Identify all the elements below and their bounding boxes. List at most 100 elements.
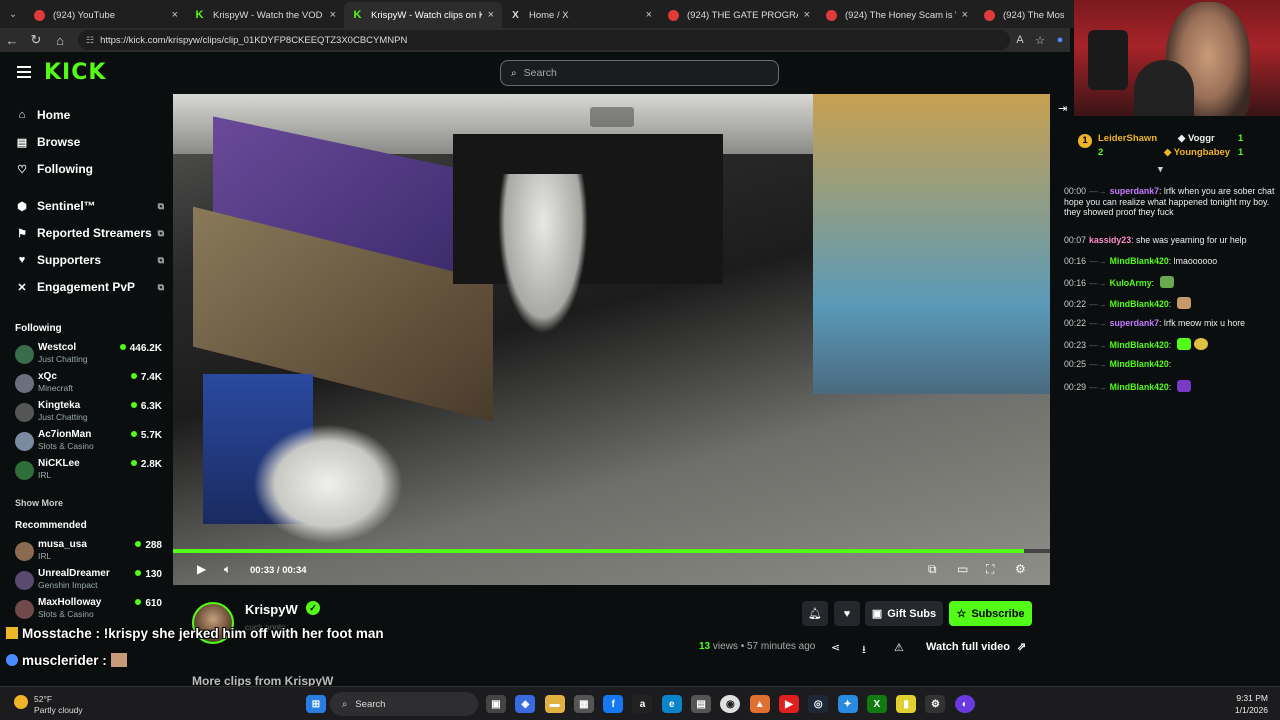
pip-icon[interactable]: ⧉ — [928, 562, 937, 577]
fullscreen-icon[interactable]: ⛶ — [986, 562, 994, 577]
share-icon[interactable]: ⋖ — [831, 641, 840, 654]
report-icon[interactable]: ⚠ — [894, 641, 904, 654]
settings-icon[interactable]: ⚙ — [925, 695, 946, 713]
tab-x-home[interactable]: X Home / X × — [502, 2, 660, 28]
tab-youtube-1[interactable]: (924) YouTube × — [26, 2, 186, 28]
following-channel[interactable]: xQc Minecraft 7.4K — [15, 371, 162, 399]
swords-icon: ✕ — [17, 281, 27, 294]
youtube-icon[interactable]: ▶ — [778, 695, 799, 713]
youtube-icon — [668, 9, 679, 21]
store-icon[interactable]: ▦ — [573, 695, 594, 713]
recommended-channel[interactable]: UnrealDreamer Genshin Impact 130 — [15, 568, 162, 596]
avatar — [15, 542, 34, 561]
xbox-icon[interactable]: X — [866, 695, 887, 713]
recommended-channel[interactable]: MaxHolloway Slots & Casino 610 — [15, 597, 162, 625]
collapse-chat-icon[interactable]: ⇥ — [1058, 102, 1067, 115]
home-icon: ⌂ — [18, 109, 26, 121]
nav-supporters[interactable]: ♥ Supporters ⧉ — [16, 253, 164, 267]
gifter-rank-badge: 1 — [1078, 134, 1092, 148]
close-icon[interactable]: × — [330, 9, 336, 21]
favorite-star-icon[interactable]: ☆ — [1030, 34, 1050, 47]
close-icon[interactable]: × — [488, 9, 494, 21]
url-field[interactable]: ☷ https://kick.com/krispyw/clips/clip_01… — [78, 30, 1010, 50]
video-person-standing — [498, 174, 588, 334]
popout-icon[interactable]: ⧉ — [158, 201, 164, 212]
pepe-emote-icon — [1159, 276, 1174, 288]
tab-list-chevron-icon[interactable]: ⌄ — [0, 0, 26, 28]
popout-icon[interactable]: ⧉ — [158, 282, 164, 293]
clip-views: 13 views • 57 minutes ago — [699, 641, 816, 652]
back-icon[interactable]: ← — [0, 33, 24, 48]
gifter-name[interactable]: ◆ Voggr — [1178, 133, 1215, 144]
subscribe-button[interactable]: ☆ Subscribe — [949, 601, 1032, 626]
following-channel[interactable]: Ac7ionMan Slots & Casino 5.7K — [15, 429, 162, 457]
menu-icon[interactable] — [17, 66, 31, 78]
amazon-icon[interactable]: a — [632, 695, 653, 713]
popout-icon[interactable]: ⧉ — [158, 255, 164, 266]
tab-youtube-3[interactable]: (924) The Honey Scam is Worse T × — [818, 2, 976, 28]
refresh-icon[interactable]: ↻ — [24, 32, 48, 48]
show-more-link[interactable]: Show More — [15, 498, 63, 508]
badge-icon — [6, 654, 18, 666]
top-gifter-name[interactable]: LeiderShawn — [1098, 133, 1157, 144]
tab-youtube-2[interactable]: (924) THE GATE PROGRAM: Were × — [660, 2, 818, 28]
app-icon[interactable]: ✦ — [837, 695, 858, 713]
nav-following[interactable]: ♡ Following — [16, 162, 93, 176]
nav-browse[interactable]: ▤ Browse — [16, 135, 81, 149]
notification-bell-button[interactable]: 🔔︎ — [802, 601, 828, 626]
facebook-icon[interactable]: f — [603, 695, 624, 713]
calculator-icon[interactable]: ▤ — [691, 695, 712, 713]
tab-kick-vod[interactable]: K KrispyW - Watch the VOD on Kick × — [186, 2, 344, 28]
close-icon[interactable]: × — [962, 9, 968, 21]
download-icon[interactable]: ⭳ — [862, 641, 866, 660]
url-text: https://kick.com/krispyw/clips/clip_01KD… — [100, 34, 408, 46]
following-heading: Following — [15, 323, 62, 334]
site-info-icon[interactable]: ☷ — [86, 35, 94, 46]
obs-icon[interactable]: ◐ — [954, 695, 975, 713]
video-progress-bar[interactable] — [173, 549, 1050, 553]
nav-engagement-pvp[interactable]: ✕ Engagement PvP ⧉ — [16, 280, 164, 294]
expand-gifters-icon[interactable]: ▾ — [1158, 164, 1163, 175]
tab-kick-clips[interactable]: K KrispyW - Watch clips on Kick × — [344, 2, 502, 28]
close-icon[interactable]: × — [172, 9, 178, 21]
extension-icon[interactable]: ● — [1050, 34, 1070, 46]
volume-icon[interactable]: 🔈︎ — [224, 562, 231, 577]
nav-home[interactable]: ⌂ Home — [16, 108, 71, 122]
close-icon[interactable]: × — [804, 9, 810, 21]
file-explorer-icon[interactable]: ▬ — [544, 695, 565, 713]
home-icon[interactable]: ⌂ — [48, 33, 72, 48]
popout-icon[interactable]: ⧉ — [158, 228, 164, 239]
watch-full-video-link[interactable]: Watch full video ⇗ — [926, 640, 1026, 653]
bell-icon: 🔔︎ — [808, 608, 822, 620]
steam-icon[interactable]: ◎ — [808, 695, 829, 713]
settings-icon[interactable]: ⚙ — [1015, 562, 1026, 576]
app-icon[interactable]: ▲ — [749, 695, 770, 713]
read-aloud-icon[interactable]: A — [1010, 34, 1030, 46]
gifter-name[interactable]: ◆ Youngbabey — [1164, 147, 1230, 158]
streamer-name[interactable]: KrispyW — [245, 602, 298, 617]
task-view-icon[interactable]: ▣ — [486, 695, 506, 713]
notes-icon[interactable]: ▮ — [896, 695, 917, 713]
gift-subs-button[interactable]: ▣ Gift Subs — [865, 601, 943, 626]
tab-youtube-4[interactable]: (924) The Most Illega — [976, 2, 1072, 28]
nav-sentinel[interactable]: ⬢ Sentinel™ ⧉ — [16, 199, 164, 213]
following-channel[interactable]: NiCKLee IRL 2.8K — [15, 458, 162, 486]
chrome-icon[interactable]: ◉ — [720, 695, 741, 713]
following-channel[interactable]: Kingteka Just Chatting 6.3K — [15, 400, 162, 428]
follow-button[interactable]: ♥ — [834, 601, 860, 626]
video-person-crouching — [253, 424, 403, 544]
theater-mode-icon[interactable]: ▭ — [957, 562, 968, 576]
clock[interactable]: 9:31 PM 1/1/2026 — [1218, 693, 1268, 715]
play-icon[interactable]: ▶ — [197, 562, 206, 576]
close-icon[interactable]: × — [646, 9, 652, 21]
video-player[interactable]: ▶ 🔈︎ 00:33 / 00:34 ⧉ ▭ ⛶ ⚙ — [173, 94, 1050, 585]
search-input[interactable]: ⌕ Search — [500, 60, 779, 86]
start-icon[interactable]: ⊞ — [306, 695, 326, 713]
edge-icon[interactable]: e — [661, 695, 682, 713]
recommended-channel[interactable]: musa_usa IRL 288 — [15, 539, 162, 567]
following-channel[interactable]: Westcol Just Chatting 446.2K — [15, 342, 162, 370]
kick-logo[interactable]: KICK — [44, 60, 106, 85]
copilot-icon[interactable]: ◈ — [515, 695, 536, 713]
taskbar-search[interactable]: ⌕ Search — [330, 692, 478, 716]
nav-reported-streamers[interactable]: ⚑ Reported Streamers ⧉ — [16, 226, 164, 240]
